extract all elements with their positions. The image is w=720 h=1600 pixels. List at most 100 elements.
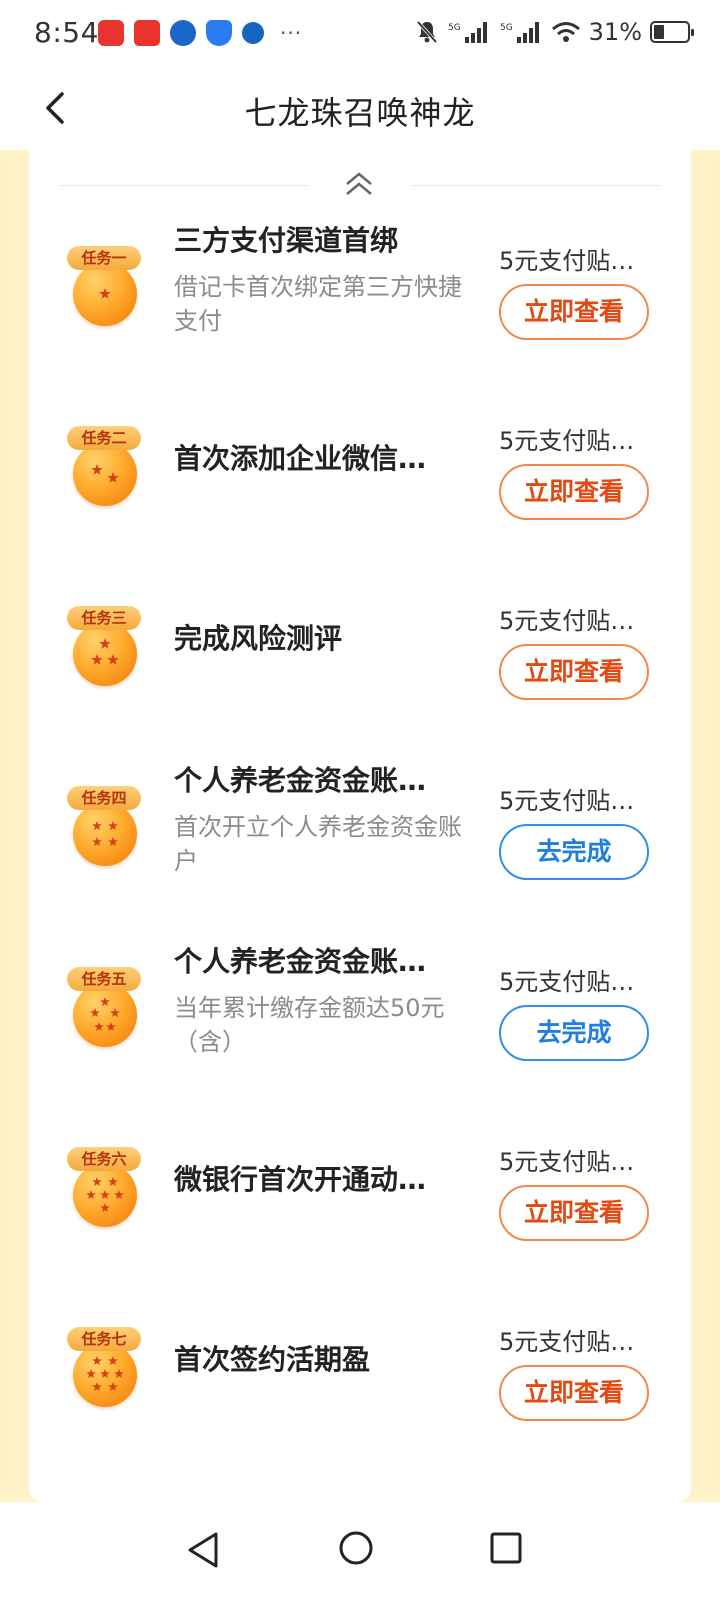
ball-star bbox=[92, 1356, 102, 1365]
task-description: 当年累计缴存金额达50元（含） bbox=[174, 994, 445, 1056]
ball-star bbox=[114, 1190, 124, 1199]
task-reward: 5元支付贴… bbox=[499, 1148, 635, 1176]
task-text: 个人养老金资金账… 当年累计缴存金额达50元（含） bbox=[174, 943, 474, 1059]
task-tag: 任务一 bbox=[67, 246, 141, 270]
dragon-ball-icon bbox=[73, 1343, 137, 1407]
ball-star bbox=[92, 1177, 102, 1186]
go-complete-button[interactable]: 去完成 bbox=[499, 824, 649, 880]
view-now-button[interactable]: 立即查看 bbox=[499, 464, 649, 520]
ball-star bbox=[86, 1190, 96, 1199]
app-icon-blue bbox=[242, 22, 264, 44]
ball-star bbox=[91, 654, 103, 665]
task-reward: 5元支付贴… bbox=[499, 607, 635, 635]
ball-star bbox=[92, 821, 102, 830]
task-title: 完成风险测评 bbox=[174, 622, 343, 655]
mute-bell-icon bbox=[416, 20, 437, 44]
task-title: 首次添加企业微信… bbox=[174, 442, 427, 475]
task-reward: 5元支付贴… bbox=[499, 427, 635, 455]
nav-back-icon[interactable] bbox=[186, 1530, 222, 1570]
task-tag: 任务四 bbox=[67, 786, 141, 810]
header: 七龙珠召唤神龙 bbox=[0, 68, 720, 150]
view-now-button[interactable]: 立即查看 bbox=[499, 644, 649, 700]
dragon-ball-badge: 任务四 bbox=[67, 774, 141, 874]
go-complete-button[interactable]: 去完成 bbox=[499, 1005, 649, 1061]
task-description: 首次开立个人养老金资金账户 bbox=[174, 813, 462, 875]
status-bar: 8:54 ··· 5G 5G 31% bbox=[0, 0, 720, 68]
task-description: 借记卡首次绑定第三方快捷支付 bbox=[174, 273, 462, 335]
view-now-button[interactable]: 立即查看 bbox=[499, 1185, 649, 1241]
dragon-ball-badge: 任务一 bbox=[67, 234, 141, 334]
signal-5g-icon-2: 5G bbox=[500, 22, 539, 43]
ball-star bbox=[92, 837, 102, 846]
dragon-ball-stars bbox=[90, 997, 120, 1031]
nav-home-icon[interactable] bbox=[336, 1528, 376, 1568]
battery-icon bbox=[650, 21, 694, 43]
ball-star bbox=[110, 1008, 120, 1017]
ball-star bbox=[91, 464, 103, 475]
task-row: 任务一 三方支付渠道首绑 借记卡首次绑定第三方快捷支付 5元支付贴… 立即查看 bbox=[29, 222, 691, 372]
more-notifications-icon: ··· bbox=[280, 21, 303, 45]
view-now-button[interactable]: 立即查看 bbox=[499, 1365, 649, 1421]
ball-star bbox=[100, 997, 110, 1006]
ball-star bbox=[99, 288, 111, 299]
dragon-ball-icon bbox=[73, 262, 137, 326]
dragon-ball-icon bbox=[73, 983, 137, 1047]
divider bbox=[411, 185, 661, 186]
task-reward: 5元支付贴… bbox=[499, 968, 635, 996]
double-chevron-up-icon[interactable] bbox=[339, 166, 379, 206]
task-title: 微银行首次开通动… bbox=[174, 1163, 427, 1196]
task-reward: 5元支付贴… bbox=[499, 787, 635, 815]
app-icon-ccb bbox=[170, 20, 196, 46]
collapse-row bbox=[59, 166, 661, 206]
ball-star bbox=[90, 1008, 100, 1017]
task-tag: 任务二 bbox=[67, 426, 141, 450]
task-row: 任务五 个人养老金资金账… 当年累计缴存金额达50元（含） 5元支付贴… 去完成 bbox=[29, 943, 691, 1093]
task-text: 首次添加企业微信… bbox=[174, 440, 474, 478]
network-type-2: 5G bbox=[500, 23, 513, 33]
network-type-1: 5G bbox=[448, 23, 461, 33]
view-now-button[interactable]: 立即查看 bbox=[499, 284, 649, 340]
task-row: 任务六 微银行首次开通动… 5元支付贴… 立即查看 bbox=[29, 1123, 691, 1273]
ball-star bbox=[100, 1190, 110, 1199]
ball-star bbox=[99, 638, 111, 649]
ball-star bbox=[114, 1369, 124, 1378]
task-row: 任务四 个人养老金资金账… 首次开立个人养老金资金账户 5元支付贴… 去完成 bbox=[29, 762, 691, 912]
task-reward: 5元支付贴… bbox=[499, 1328, 635, 1356]
dragon-ball-stars bbox=[92, 821, 118, 846]
nav-recent-apps-icon[interactable] bbox=[488, 1530, 524, 1566]
task-title: 个人养老金资金账… bbox=[174, 945, 427, 978]
dragon-ball-icon bbox=[73, 622, 137, 686]
status-right: 5G 5G 31% bbox=[415, 18, 694, 46]
task-tag: 任务七 bbox=[67, 1327, 141, 1351]
ball-star bbox=[108, 1177, 118, 1186]
ball-star bbox=[94, 1022, 104, 1031]
ball-star bbox=[108, 837, 118, 846]
task-reward: 5元支付贴… bbox=[499, 247, 635, 275]
divider bbox=[59, 185, 309, 186]
battery-level bbox=[654, 25, 664, 39]
dragon-ball-stars bbox=[86, 1177, 124, 1212]
ball-star bbox=[108, 821, 118, 830]
signal-5g-icon: 5G bbox=[448, 22, 487, 43]
task-text: 三方支付渠道首绑 借记卡首次绑定第三方快捷支付 bbox=[174, 222, 474, 338]
page-title: 七龙珠召唤神龙 bbox=[244, 94, 476, 132]
notification-icons: ··· bbox=[98, 20, 302, 46]
task-row: 任务二 首次添加企业微信… 5元支付贴… 立即查看 bbox=[29, 402, 691, 552]
task-row: 任务七 首次签约活期盈 5元支付贴… 立即查看 bbox=[29, 1303, 691, 1453]
dragon-ball-badge: 任务三 bbox=[67, 594, 141, 694]
app-icon-red bbox=[98, 20, 124, 46]
ball-star bbox=[108, 1356, 118, 1365]
dragon-ball-stars bbox=[91, 464, 119, 483]
task-title: 首次签约活期盈 bbox=[174, 1343, 371, 1376]
clock: 8:54 bbox=[34, 16, 99, 49]
app-icon-yunshanfu bbox=[134, 20, 160, 46]
dragon-ball-stars bbox=[86, 1356, 124, 1391]
task-text: 完成风险测评 bbox=[174, 620, 474, 658]
dragon-ball-badge: 任务六 bbox=[67, 1135, 141, 1235]
task-tag: 任务六 bbox=[67, 1147, 141, 1171]
ball-star bbox=[107, 472, 119, 483]
task-row: 任务三 完成风险测评 5元支付贴… 立即查看 bbox=[29, 582, 691, 732]
app-icon-shield bbox=[206, 20, 232, 46]
task-title: 三方支付渠道首绑 bbox=[174, 224, 399, 257]
dragon-ball-icon bbox=[73, 442, 137, 506]
